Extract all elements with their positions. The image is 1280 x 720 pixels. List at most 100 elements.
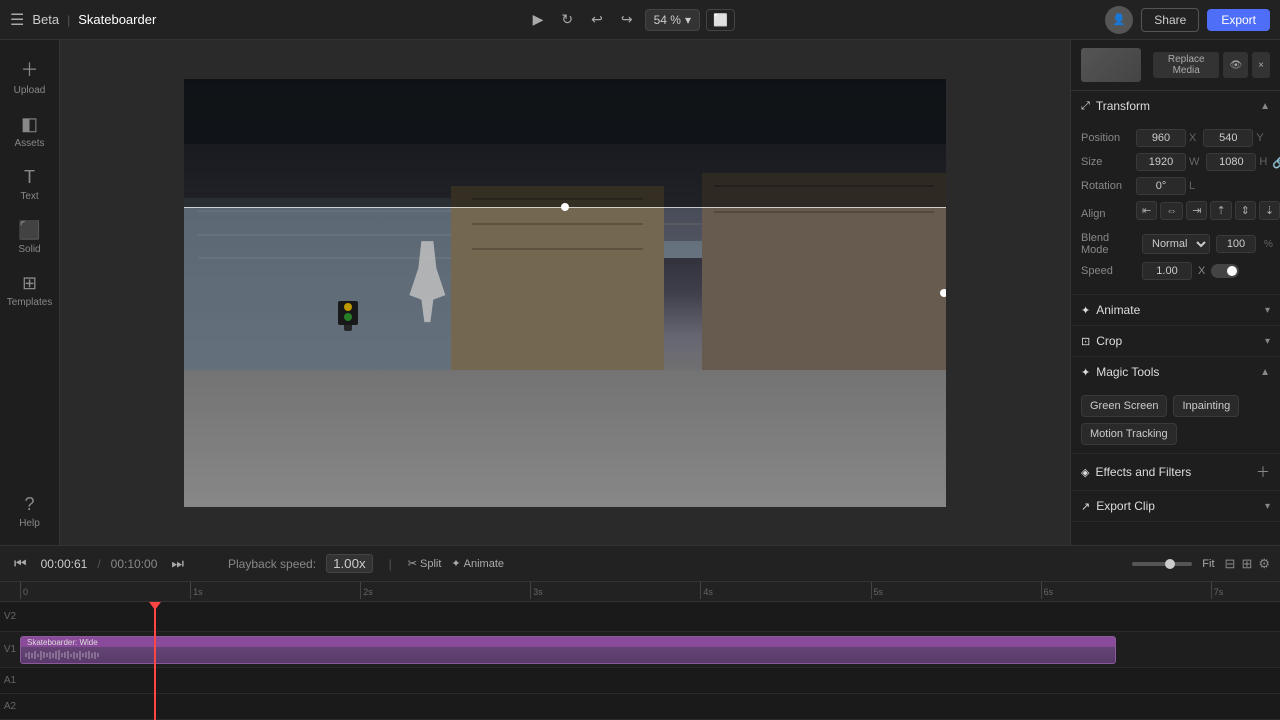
size-w-input[interactable] xyxy=(1136,153,1186,171)
ruler-inner: 0 1s 2s 3s 4s 5s 6s 7s xyxy=(20,582,1280,601)
playback-speed-button[interactable]: 1.00x xyxy=(326,554,373,573)
animate-icon: ✦ xyxy=(1081,304,1090,317)
speed-x-label: X xyxy=(1198,265,1205,277)
export-clip-section-header[interactable]: ↗ Export Clip ▾ xyxy=(1071,491,1280,521)
speed-input[interactable] xyxy=(1142,262,1192,280)
track-a1-area xyxy=(20,668,1280,693)
ruler-tick-0: 0 xyxy=(20,582,28,599)
crop-section-header[interactable]: ⊡ Crop ▾ xyxy=(1071,326,1280,356)
magic-tools-section: ✦ Magic Tools ▲ Green Screen Inpainting … xyxy=(1071,357,1280,454)
waveform-bar xyxy=(85,652,87,658)
position-x-input[interactable] xyxy=(1136,129,1186,147)
media-thumb-inner xyxy=(1081,48,1141,82)
track-v2: V2 xyxy=(0,602,1280,632)
main-video-clip[interactable]: Skateboarder: Wide xyxy=(20,636,1116,664)
animate-section: ✦ Animate ▾ xyxy=(1071,295,1280,326)
topbar-left: ☰ Beta | Skateboarder xyxy=(10,10,156,30)
effects-section-header[interactable]: ◈ Effects and Filters ＋ xyxy=(1071,454,1280,490)
sidebar-item-text[interactable]: T Text xyxy=(4,161,56,208)
opacity-input[interactable] xyxy=(1216,235,1256,253)
animate-button[interactable]: ✦ Animate xyxy=(451,557,504,570)
position-x-label: X xyxy=(1189,132,1196,144)
waveform-bar xyxy=(70,654,72,657)
sidebar-item-upload[interactable]: ＋ Upload xyxy=(4,50,56,102)
video-placeholder xyxy=(184,79,946,507)
split-button[interactable]: ✂ Split xyxy=(408,557,442,570)
green-screen-button[interactable]: Green Screen xyxy=(1081,395,1167,417)
replace-media-button[interactable]: Replace Media xyxy=(1153,52,1219,78)
tc-settings[interactable]: ⚙ xyxy=(1258,556,1270,572)
redo-button[interactable]: ↪ xyxy=(615,7,639,32)
waveform-bar xyxy=(73,652,75,659)
size-h-input[interactable] xyxy=(1206,153,1256,171)
ruler-tick-6s: 6s xyxy=(1041,582,1054,599)
export-button[interactable]: Export xyxy=(1207,9,1270,31)
speed-toggle-button[interactable] xyxy=(1211,264,1239,278)
motion-tracking-button[interactable]: Motion Tracking xyxy=(1081,423,1177,445)
tc-divider: | xyxy=(389,557,392,571)
media-delete-button[interactable]: × xyxy=(1252,52,1270,78)
blend-mode-select[interactable]: Normal xyxy=(1142,234,1210,254)
waveform-bar xyxy=(61,653,63,657)
track-a2-area xyxy=(20,694,1280,719)
loop-button[interactable]: ↻ xyxy=(555,7,579,32)
align-left-button[interactable]: ⇤ xyxy=(1136,201,1157,220)
media-visibility-button[interactable]: 👁 xyxy=(1223,52,1248,78)
screen-button[interactable]: ⬜ xyxy=(706,9,735,31)
sidebar-item-help[interactable]: ? Help xyxy=(4,488,56,535)
align-center-h-button[interactable]: ⇔ xyxy=(1160,202,1183,220)
magic-tools-section-header[interactable]: ✦ Magic Tools ▲ xyxy=(1071,357,1280,387)
sidebar-item-assets[interactable]: ◧ Assets xyxy=(4,108,56,155)
sidebar-item-solid[interactable]: ⬛ Solid xyxy=(4,214,56,261)
align-bottom-button[interactable]: ⇣ xyxy=(1259,201,1280,220)
sidebar-item-templates[interactable]: ⊞ Templates xyxy=(4,267,56,314)
effects-add-icon[interactable]: ＋ xyxy=(1256,462,1270,482)
align-right-button[interactable]: ⇥ xyxy=(1186,201,1207,220)
magic-tools-title: ✦ Magic Tools xyxy=(1081,365,1159,379)
tc-icon-1[interactable]: ⊟ xyxy=(1225,556,1236,572)
project-name: Skateboarder xyxy=(78,12,156,27)
crop-handle-top[interactable] xyxy=(561,203,569,211)
waveform-bar xyxy=(91,653,93,658)
track-a2-label: A2 xyxy=(0,701,20,712)
share-button[interactable]: Share xyxy=(1141,8,1199,32)
blend-mode-row: Blend Mode Normal % xyxy=(1081,232,1270,256)
skip-back-button[interactable]: ⏮ xyxy=(10,553,31,574)
waveform-bar xyxy=(43,652,45,658)
skip-forward-button[interactable]: ⏭ xyxy=(167,553,188,574)
clip-waveform xyxy=(21,649,1115,661)
transform-collapse-icon: ▲ xyxy=(1260,101,1270,112)
position-y-input[interactable] xyxy=(1203,129,1253,147)
align-top-button[interactable]: ⇡ xyxy=(1210,201,1231,220)
animate-title: ✦ Animate xyxy=(1081,303,1140,317)
main-area: ＋ Upload ◧ Assets T Text ⬛ Solid ⊞ Templ… xyxy=(0,40,1280,545)
waveform-bar xyxy=(76,653,78,658)
zoom-value: 54 % xyxy=(654,13,681,27)
inpainting-button[interactable]: Inpainting xyxy=(1173,395,1239,417)
crop-handle-right[interactable] xyxy=(940,289,946,297)
solid-icon: ⬛ xyxy=(18,220,40,241)
transform-section-header[interactable]: ⤢ Transform ▲ xyxy=(1071,91,1280,121)
clip-title: Skateboarder: Wide xyxy=(27,638,98,647)
undo-button[interactable]: ↩ xyxy=(585,7,609,32)
play-button[interactable]: ▶ xyxy=(527,7,550,32)
align-center-v-button[interactable]: ⇕ xyxy=(1235,201,1256,220)
waveform-bar xyxy=(88,651,90,659)
animate-section-header[interactable]: ✦ Animate ▾ xyxy=(1071,295,1280,325)
transform-icon: ⤢ xyxy=(1081,100,1090,113)
tc-icon-2[interactable]: ⊞ xyxy=(1241,556,1252,572)
menu-icon[interactable]: ☰ xyxy=(10,10,24,30)
clip-header: Skateboarder: Wide xyxy=(21,637,1115,647)
volume-slider[interactable] xyxy=(1132,562,1192,566)
rotation-input[interactable] xyxy=(1136,177,1186,195)
track-v1: V1 Skateboarder: Wide xyxy=(0,632,1280,668)
waveform-bar xyxy=(55,651,57,659)
size-w-label: W xyxy=(1189,156,1199,168)
speed-label: Speed xyxy=(1081,265,1136,277)
fit-button[interactable]: Fit xyxy=(1202,558,1214,570)
size-lock-icon[interactable]: 🔗 xyxy=(1272,155,1280,169)
total-time: 00:10:00 xyxy=(111,557,158,571)
sidebar-label-upload: Upload xyxy=(14,85,46,96)
track-a1: A1 xyxy=(0,668,1280,694)
zoom-button[interactable]: 54 % ▾ xyxy=(645,9,700,31)
